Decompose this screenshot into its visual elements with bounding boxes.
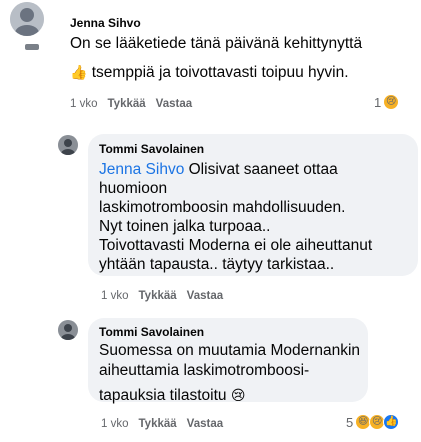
- thumbs-up-icon: 👍: [70, 64, 88, 80]
- comment-text-line: Suomessa on muutamia Modernankin: [99, 342, 361, 359]
- comment-actions: 1 vko Tykkää Vastaa: [101, 418, 223, 430]
- reaction-summary[interactable]: 1 😢: [374, 94, 400, 110]
- reply-button[interactable]: Vastaa: [187, 290, 223, 302]
- like-icon: 👍: [383, 414, 400, 430]
- comment-author[interactable]: Tommi Savolainen: [99, 325, 204, 339]
- comment-actions: 1 vko Tykkää Vastaa: [70, 98, 192, 110]
- person-avatar-icon: [58, 320, 78, 340]
- reply-button[interactable]: Vastaa: [156, 98, 192, 110]
- crying-face-icon: 😢: [230, 387, 246, 403]
- avatar[interactable]: [58, 135, 78, 155]
- like-button[interactable]: Tykkää: [108, 98, 146, 110]
- person-avatar-icon: [10, 2, 44, 36]
- reaction-count: 1: [374, 94, 382, 110]
- reply-button[interactable]: Vastaa: [187, 418, 223, 430]
- comment-time[interactable]: 1 vko: [70, 98, 98, 110]
- like-button[interactable]: Tykkää: [139, 290, 177, 302]
- comment-author[interactable]: Tommi Savolainen: [99, 142, 204, 156]
- avatar[interactable]: [58, 320, 78, 340]
- comment-text-line-2: 👍 tsemppiä ja toivottavasti toipuu hyvin…: [70, 64, 349, 81]
- like-button[interactable]: Tykkää: [139, 418, 177, 430]
- thread-line: [25, 44, 39, 50]
- comment-text-line: yhtään tapausta.. täytyy tarkistaa..: [99, 256, 335, 273]
- reaction-summary[interactable]: 5 😆 😢 👍: [346, 414, 400, 430]
- comment-author[interactable]: Jenna Sihvo: [70, 16, 141, 30]
- comment-actions: 1 vko Tykkää Vastaa: [101, 290, 223, 302]
- reaction-count: 5: [346, 414, 354, 430]
- person-avatar-icon: [58, 135, 78, 155]
- sad-icon: 😢: [383, 94, 400, 110]
- comment-thread: Jenna Sihvo On se lääketiede tänä päivän…: [0, 0, 421, 442]
- avatar[interactable]: [10, 2, 44, 36]
- comment-time[interactable]: 1 vko: [101, 290, 129, 302]
- comment-text-line: On se lääketiede tänä päivänä kehittynyt…: [70, 35, 363, 52]
- comment-time[interactable]: 1 vko: [101, 418, 129, 430]
- comment-text-line: aiheuttamia laskimotromboosi-: [99, 362, 310, 379]
- comment-text-line: tapauksia tilastoitu 😢: [99, 387, 246, 404]
- mention-link[interactable]: Jenna Sihvo: [99, 161, 184, 178]
